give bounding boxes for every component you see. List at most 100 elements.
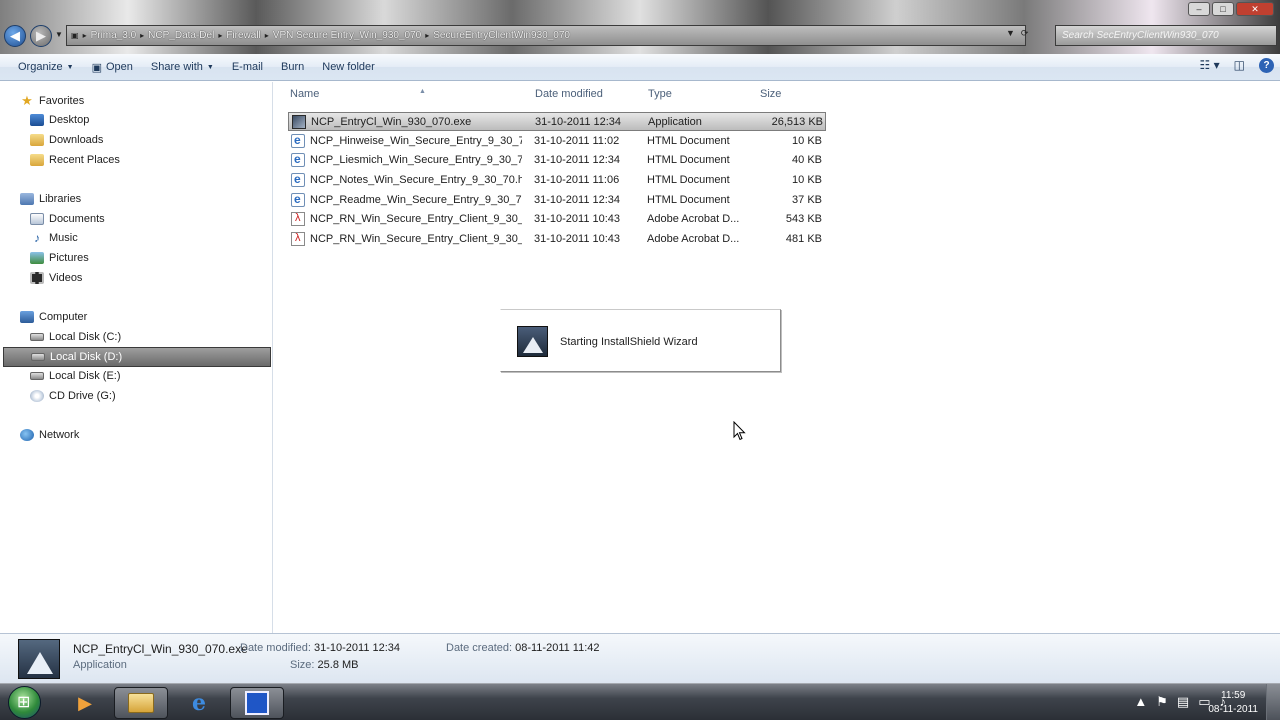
file-row[interactable]: NCP_RN_Win_Secure_Entry_Client_9_30_... … <box>288 230 826 249</box>
sort-ascending-icon: ▲ <box>419 88 426 95</box>
desktop-icon <box>30 114 44 126</box>
burn-label: Burn <box>281 61 305 73</box>
videos-icon <box>30 272 44 284</box>
open-icon: ▣ <box>91 61 102 74</box>
file-type: Application <box>648 116 702 128</box>
nav-disk-d[interactable]: Local Disk (D:) <box>3 347 271 367</box>
new-folder-label: New folder <box>322 61 375 73</box>
minimize-button[interactable]: – <box>1188 2 1210 16</box>
action-center-flag-icon[interactable]: ⚑ <box>1156 694 1168 710</box>
burn-button[interactable]: Burn <box>272 54 313 80</box>
nav-label: Favorites <box>39 95 85 107</box>
nav-music[interactable]: ♪ Music <box>30 228 78 248</box>
file-row[interactable]: NCP_EntryCl_Win_930_070.exe 31-10-2011 1… <box>288 112 826 131</box>
html-icon <box>291 192 305 207</box>
breadcrumb-item[interactable]: VPN Secure Entry_Win_930_070 <box>273 30 421 41</box>
taskbar: ▶ e ▲ ⚑ ▤ ▭ ♪ 11:59 08-11-2011 <box>0 683 1280 720</box>
music-icon: ♪ <box>34 231 40 245</box>
installshield-taskbar-button[interactable] <box>230 687 284 719</box>
nav-disk-e[interactable]: Local Disk (E:) <box>30 366 121 386</box>
explorer-button[interactable] <box>114 687 168 719</box>
view-options-icon[interactable]: ☷ ▾ <box>1200 58 1220 73</box>
organize-button[interactable]: Organize ▼ <box>0 54 83 80</box>
show-hidden-icons-icon[interactable]: ▲ <box>1134 694 1147 710</box>
nav-label: Recent Places <box>49 154 120 166</box>
search-input[interactable]: Search SecEntryClientWin930_070 <box>1055 25 1277 46</box>
navigation-pane: ★ Favorites Desktop Downloads Recent Pla… <box>0 82 273 633</box>
file-size: 10 KB <box>792 174 822 186</box>
html-icon <box>291 152 305 167</box>
close-button[interactable]: ✕ <box>1236 2 1274 16</box>
nav-desktop[interactable]: Desktop <box>30 110 89 130</box>
file-row[interactable]: NCP_Notes_Win_Secure_Entry_9_30_70.ht...… <box>288 171 826 190</box>
pdf-icon <box>291 212 305 226</box>
nav-label: Videos <box>49 272 83 284</box>
star-icon: ★ <box>21 93 33 108</box>
column-header-size[interactable]: Size <box>760 88 781 100</box>
breadcrumb-item[interactable]: Prima_3.0 <box>91 30 137 41</box>
nav-label: Desktop <box>49 114 90 126</box>
documents-icon <box>30 213 44 225</box>
nav-documents[interactable]: Documents <box>30 209 105 229</box>
help-icon[interactable]: ? <box>1259 58 1274 73</box>
start-button[interactable] <box>8 686 41 719</box>
nav-label: Local Disk (D:) <box>50 351 123 363</box>
file-size: 543 KB <box>785 213 822 225</box>
file-name: NCP_EntryCl_Win_930_070.exe <box>311 116 472 128</box>
hard-disk-icon <box>30 333 44 341</box>
nav-pictures[interactable]: Pictures <box>30 248 89 268</box>
nav-label: Local Disk (E:) <box>49 370 121 382</box>
organize-label: Organize <box>18 61 63 73</box>
refresh-icon[interactable]: ⟳ <box>1021 28 1029 39</box>
nav-computer[interactable]: Computer <box>20 307 87 327</box>
email-label: E-mail <box>231 61 263 73</box>
nav-disk-c[interactable]: Local Disk (C:) <box>30 327 121 347</box>
nav-label: Music <box>49 232 78 244</box>
nav-label: Libraries <box>39 193 82 205</box>
column-header-name[interactable]: Name ▲ <box>290 88 426 100</box>
column-header-type[interactable]: Type <box>648 88 672 100</box>
share-with-button[interactable]: Share with ▼ <box>142 54 223 80</box>
address-bar[interactable]: ▣ ▸ Prima_3.0 ▸ NCP_Data-Del ▸ Firewall … <box>66 25 1026 46</box>
nav-cd-drive[interactable]: CD Drive (G:) <box>30 386 116 406</box>
recent-pages-dropdown[interactable]: ▼ <box>55 30 63 39</box>
nav-videos[interactable]: Videos <box>30 268 82 288</box>
file-name: NCP_RN_Win_Secure_Entry_Client_9_30_... <box>310 213 522 225</box>
hard-disk-icon <box>31 353 45 361</box>
new-folder-button[interactable]: New folder <box>313 54 384 80</box>
forward-button[interactable]: ▶ <box>30 25 52 47</box>
nav-downloads[interactable]: Downloads <box>30 130 103 150</box>
nav-libraries[interactable]: Libraries <box>20 189 81 209</box>
computer-icon <box>20 311 34 323</box>
internet-explorer-button[interactable]: e <box>172 687 226 719</box>
address-dropdown-icon[interactable]: ▼ <box>1006 28 1015 39</box>
network-tray-icon[interactable]: ▤ <box>1177 694 1189 710</box>
clock[interactable]: 11:59 08-11-2011 <box>1208 689 1258 717</box>
file-row[interactable]: NCP_Readme_Win_Secure_Entry_9_30_70.... … <box>288 191 826 210</box>
file-row[interactable]: NCP_Liesmich_Win_Secure_Entry_9_30_7... … <box>288 151 826 170</box>
breadcrumb-item-current[interactable]: SecureEntryClientWin930_070 <box>433 30 570 41</box>
internet-explorer-icon: e <box>192 690 206 716</box>
file-type: Adobe Acrobat D... <box>647 213 740 225</box>
media-player-button[interactable]: ▶ <box>58 687 112 719</box>
back-button[interactable]: ◀ <box>4 25 26 47</box>
column-header-date[interactable]: Date modified <box>535 88 603 100</box>
file-row[interactable]: NCP_RN_Win_Secure_Entry_Client_9_30_... … <box>288 210 826 229</box>
open-label: Open <box>105 61 133 73</box>
breadcrumb-item[interactable]: Firewall <box>226 30 260 41</box>
preview-pane-icon[interactable]: ◫ <box>1234 58 1245 73</box>
open-button[interactable]: ▣ Open <box>83 54 142 80</box>
email-button[interactable]: E-mail <box>223 54 272 80</box>
show-desktop-button[interactable] <box>1266 684 1280 720</box>
address-controls: ▼ ⟳ <box>1006 28 1028 39</box>
nav-favorites[interactable]: ★ Favorites <box>20 91 84 111</box>
nav-network[interactable]: Network <box>20 425 79 445</box>
details-value: 25.8 MB <box>317 659 359 671</box>
file-row[interactable]: NCP_Hinweise_Win_Secure_Entry_9_30_7... … <box>288 132 826 151</box>
nav-label: Local Disk (C:) <box>49 331 122 343</box>
nav-label: Pictures <box>49 252 89 264</box>
breadcrumb-item[interactable]: NCP_Data-Del <box>148 30 214 41</box>
file-size: 26,513 KB <box>771 116 823 128</box>
maximize-button[interactable]: □ <box>1212 2 1234 16</box>
nav-recent-places[interactable]: Recent Places <box>30 150 120 170</box>
